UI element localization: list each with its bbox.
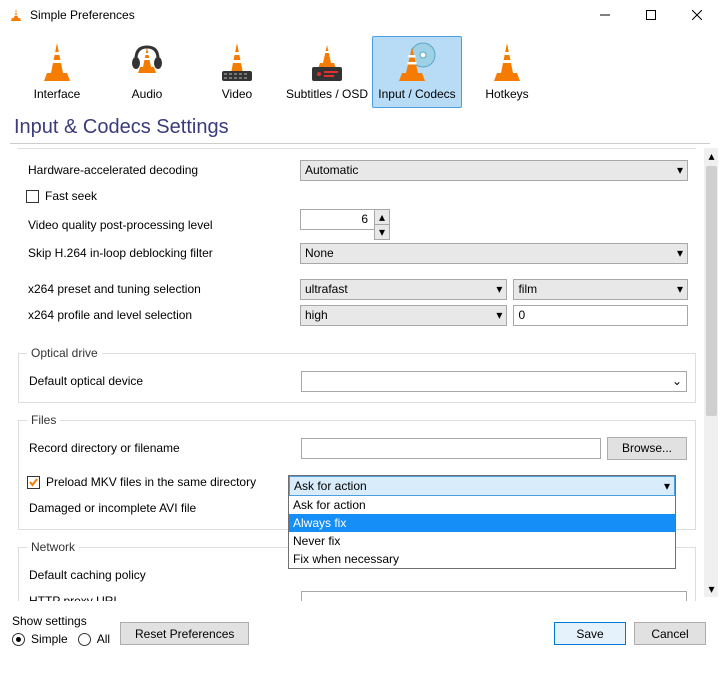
scroll-up-icon[interactable]: ▴: [704, 148, 719, 164]
spin-up-icon[interactable]: ▴: [374, 209, 390, 225]
combo-value: None: [305, 246, 334, 260]
dropdown-option[interactable]: Never fix: [289, 532, 675, 550]
combo-value: Automatic: [305, 163, 358, 177]
tab-hotkeys[interactable]: Hotkeys: [462, 36, 552, 108]
combo-value: film: [518, 282, 537, 296]
chevron-down-icon: ⌄: [672, 374, 682, 388]
chevron-down-icon: ▾: [496, 282, 502, 296]
damaged-avi-label: Damaged or incomplete AVI file: [27, 501, 295, 515]
scrollbar[interactable]: ▴ ▾: [703, 148, 718, 597]
dropdown-option[interactable]: Ask for action: [289, 496, 675, 514]
x264-preset-combo[interactable]: ultrafast ▾: [300, 279, 507, 300]
chevron-down-icon: ▾: [677, 282, 683, 296]
post-processing-spinbox[interactable]: 6 ▴▾: [300, 209, 390, 240]
damaged-avi-dropdown[interactable]: Ask for action ▾ Ask for action Always f…: [288, 475, 676, 569]
scrollbar-thumb[interactable]: [706, 166, 717, 416]
show-settings-label: Show settings: [12, 614, 110, 628]
radio-label: Simple: [31, 632, 68, 646]
chevron-down-icon: ▾: [677, 163, 683, 177]
caching-label: Default caching policy: [27, 568, 295, 582]
group-legend: Files: [27, 413, 60, 427]
tab-input-codecs[interactable]: Input / Codecs: [372, 36, 462, 108]
hw-decoding-combo[interactable]: Automatic ▾: [300, 160, 688, 181]
damaged-avi-combo[interactable]: Ask for action ▾: [289, 476, 675, 496]
spinbox-value: 6: [300, 209, 374, 230]
tab-label: Interface: [34, 87, 81, 107]
optical-device-combo[interactable]: ⌄: [301, 371, 687, 392]
group-legend: Network: [27, 540, 79, 554]
group-legend: Optical drive: [27, 346, 102, 360]
dropdown-option[interactable]: Always fix: [289, 514, 675, 532]
proxy-label: HTTP proxy URL: [27, 594, 295, 601]
combo-value: ultrafast: [305, 282, 348, 296]
x264-tune-combo[interactable]: film ▾: [513, 279, 688, 300]
window-title: Simple Preferences: [30, 8, 582, 22]
vlc-logo-icon: [8, 7, 24, 23]
close-button[interactable]: [674, 0, 720, 30]
checkbox-box: [27, 476, 40, 489]
x264-level-input[interactable]: 0: [513, 305, 688, 326]
settings-scroll-area: Hardware-accelerated decoding Automatic ▾…: [0, 144, 720, 601]
group-optical: Optical drive Default optical device ⌄: [18, 346, 696, 403]
cone-icon: [486, 41, 528, 85]
scroll-down-icon[interactable]: ▾: [704, 581, 719, 597]
disc-cone-icon: [396, 41, 438, 85]
maximize-button[interactable]: [628, 0, 674, 30]
checkbox-label: Fast seek: [45, 189, 97, 203]
radio-icon: [78, 633, 91, 646]
input-value: 0: [518, 308, 525, 322]
proxy-input[interactable]: [301, 591, 687, 602]
tab-label: Subtitles / OSD: [286, 87, 368, 107]
reset-preferences-button[interactable]: Reset Preferences: [120, 622, 249, 645]
fast-seek-checkbox[interactable]: Fast seek: [26, 189, 97, 203]
tab-label: Input / Codecs: [378, 87, 455, 107]
checkbox-label: Preload MKV files in the same directory: [46, 475, 256, 489]
combo-value: Ask for action: [294, 479, 367, 493]
film-cone-icon: [216, 41, 258, 85]
tab-interface[interactable]: Interface: [12, 36, 102, 108]
checkbox-box: [26, 190, 39, 203]
tab-label: Audio: [132, 87, 163, 107]
optical-device-label: Default optical device: [27, 374, 295, 388]
skip-264-combo[interactable]: None ▾: [300, 243, 688, 264]
show-settings-group: Show settings Simple All: [12, 614, 110, 646]
show-all-radio[interactable]: All: [78, 632, 110, 646]
title-bar: Simple Preferences: [0, 0, 720, 30]
combo-value: high: [305, 308, 328, 322]
minimize-button[interactable]: [582, 0, 628, 30]
record-dir-input[interactable]: [301, 438, 601, 459]
tab-audio[interactable]: Audio: [102, 36, 192, 108]
show-simple-radio[interactable]: Simple: [12, 632, 68, 646]
tab-video[interactable]: Video: [192, 36, 282, 108]
browse-button[interactable]: Browse...: [607, 437, 687, 460]
section-title: Input & Codecs Settings: [0, 110, 720, 143]
tab-subtitles[interactable]: Subtitles / OSD: [282, 36, 372, 108]
preload-mkv-checkbox[interactable]: Preload MKV files in the same directory: [27, 475, 256, 489]
record-dir-label: Record directory or filename: [27, 441, 295, 455]
tab-label: Hotkeys: [485, 87, 528, 107]
category-tabs: Interface Audio Video Subtitles / OSD In…: [0, 30, 720, 110]
chevron-down-icon: ▾: [677, 246, 683, 260]
dropdown-option[interactable]: Fix when necessary: [289, 550, 675, 568]
hw-decoding-label: Hardware-accelerated decoding: [26, 163, 294, 177]
save-button[interactable]: Save: [554, 622, 626, 645]
osd-cone-icon: [306, 41, 348, 85]
post-processing-label: Video quality post-processing level: [26, 218, 294, 232]
chevron-down-icon: ▾: [496, 308, 502, 322]
cancel-button[interactable]: Cancel: [634, 622, 706, 645]
footer: Show settings Simple All Reset Preferenc…: [0, 601, 720, 657]
group-codecs: Hardware-accelerated decoding Automatic ▾…: [18, 148, 696, 336]
cone-icon: [36, 41, 78, 85]
x264-profile-combo[interactable]: high ▾: [300, 305, 507, 326]
headphones-cone-icon: [126, 41, 168, 85]
radio-icon: [12, 633, 25, 646]
spin-down-icon[interactable]: ▾: [374, 225, 390, 240]
tab-label: Video: [222, 87, 252, 107]
skip-264-label: Skip H.264 in-loop deblocking filter: [26, 246, 294, 260]
radio-label: All: [97, 632, 110, 646]
x264-profile-label: x264 profile and level selection: [26, 308, 294, 322]
x264-preset-label: x264 preset and tuning selection: [26, 282, 294, 296]
chevron-down-icon: ▾: [664, 479, 670, 493]
